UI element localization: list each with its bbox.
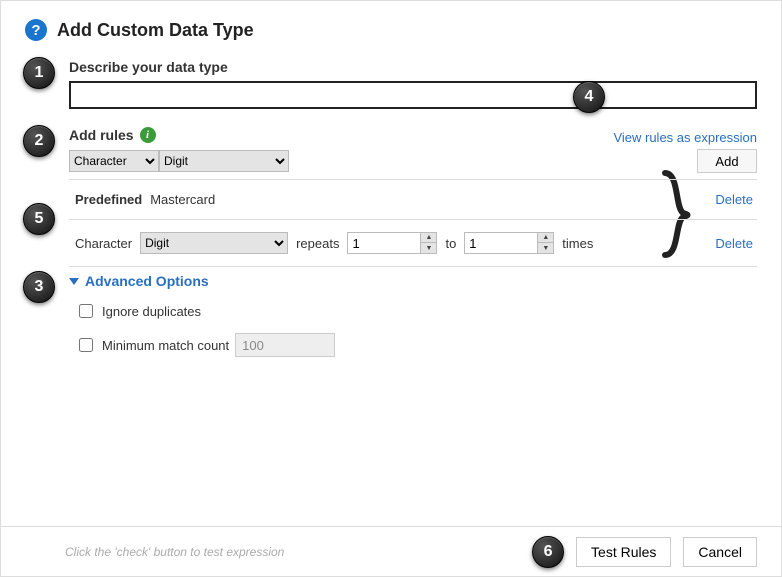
describe-input[interactable] <box>69 81 757 109</box>
repeats-from-stepper[interactable]: ▲▼ <box>347 232 437 254</box>
times-label: times <box>562 236 593 251</box>
repeats-to-input[interactable] <box>465 233 537 253</box>
badge-6: 6 <box>532 536 564 568</box>
test-rules-button[interactable]: Test Rules <box>576 537 671 567</box>
spin-down-icon[interactable]: ▼ <box>538 243 553 253</box>
min-match-label: Minimum match count <box>102 338 229 353</box>
help-icon[interactable]: ? <box>25 19 47 41</box>
delete-link[interactable]: Delete <box>715 236 753 251</box>
ignore-duplicates-checkbox[interactable] <box>79 304 93 318</box>
character-label: Character <box>75 236 132 251</box>
spin-up-icon[interactable]: ▲ <box>421 233 436 243</box>
repeats-label: repeats <box>296 236 339 251</box>
info-icon[interactable]: i <box>140 127 156 143</box>
advanced-options-toggle[interactable]: Advanced Options <box>69 273 757 289</box>
rule-item-predefined: Predefined Mastercard Delete <box>69 179 757 219</box>
footer-hint: Click the 'check' button to test express… <box>65 545 284 559</box>
view-as-expression-link[interactable]: View rules as expression <box>613 130 757 145</box>
footer: Click the 'check' button to test express… <box>1 526 781 576</box>
spin-down-icon[interactable]: ▼ <box>421 243 436 253</box>
character-type-select[interactable]: Digit <box>140 232 288 254</box>
predefined-value: Mastercard <box>150 192 215 207</box>
repeats-from-input[interactable] <box>348 233 420 253</box>
rule-item-character: Character Digit repeats ▲▼ to ▲▼ times D… <box>69 219 757 267</box>
cancel-button[interactable]: Cancel <box>683 537 757 567</box>
rule-type-select[interactable]: Character <box>69 150 159 172</box>
delete-link[interactable]: Delete <box>715 192 753 207</box>
page-title: Add Custom Data Type <box>57 20 254 41</box>
badge-4: 4 <box>573 81 605 113</box>
rule-subtype-select[interactable]: Digit <box>159 150 289 172</box>
add-rules-label: Add rules <box>69 127 134 143</box>
min-match-input <box>235 333 335 357</box>
badge-3: 3 <box>23 271 55 303</box>
add-button[interactable]: Add <box>697 149 757 173</box>
badge-5: 5 <box>23 203 55 235</box>
chevron-down-icon <box>69 278 79 285</box>
badge-2: 2 <box>23 125 55 157</box>
predefined-label: Predefined <box>75 192 142 207</box>
spin-up-icon[interactable]: ▲ <box>538 233 553 243</box>
badge-1: 1 <box>23 57 55 89</box>
ignore-duplicates-label: Ignore duplicates <box>102 304 201 319</box>
to-label: to <box>445 236 456 251</box>
min-match-checkbox[interactable] <box>79 338 93 352</box>
repeats-to-stepper[interactable]: ▲▼ <box>464 232 554 254</box>
describe-label: Describe your data type <box>69 59 757 75</box>
